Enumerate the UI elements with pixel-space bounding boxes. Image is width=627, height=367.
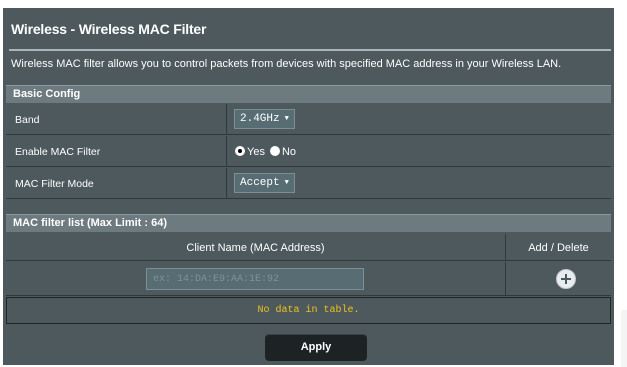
empty-table-message: No data in table.	[257, 305, 360, 316]
mac-list-header: MAC filter list (Max Limit : 64)	[6, 214, 611, 232]
column-add-delete: Add / Delete	[528, 242, 589, 254]
basic-config-header: Basic Config	[6, 85, 611, 103]
add-circle-icon[interactable]	[556, 269, 576, 289]
basic-config-title: Basic Config	[13, 88, 81, 100]
band-select[interactable]: 2.4GHz ▼	[234, 109, 295, 129]
mac-filter-mode-select[interactable]: Accept ▼	[234, 173, 295, 193]
enable-mac-filter-radios: Yes No	[235, 145, 301, 158]
radio-no[interactable]	[269, 146, 280, 156]
column-client-name: Client Name (MAC Address)	[6, 234, 506, 260]
page-description: Wireless MAC filter allows you to contro…	[11, 58, 562, 70]
empty-table-row: No data in table.	[6, 297, 611, 324]
mac-filter-mode-label-cell: MAC Filter Mode	[6, 168, 227, 198]
title-bar: Wireless - Wireless MAC Filter	[3, 8, 614, 46]
mac-list-table-header: Client Name (MAC Address) Add / Delete	[6, 234, 611, 261]
caret-down-icon: ▼	[284, 179, 289, 187]
caret-down-icon: ▼	[284, 115, 289, 123]
band-select-value: 2.4GHz	[240, 113, 280, 125]
mac-filter-mode-label: MAC Filter Mode	[15, 178, 94, 190]
mac-filter-mode-row: MAC Filter Mode Accept ▼	[6, 168, 611, 199]
mac-input-row	[6, 262, 611, 296]
enable-mac-filter-label-cell: Enable MAC Filter	[6, 136, 227, 166]
mac-filter-panel: Wireless - Wireless MAC Filter Wireless …	[3, 8, 614, 365]
enable-mac-filter-value-cell: Yes No	[227, 136, 611, 166]
radio-no-label[interactable]: No	[282, 146, 296, 158]
radio-yes[interactable]	[235, 146, 245, 156]
band-label: Band	[15, 114, 40, 126]
band-value-cell: 2.4GHz ▼	[227, 104, 611, 134]
page-edge	[621, 310, 627, 367]
enable-mac-filter-row: Enable MAC Filter Yes No	[6, 136, 611, 167]
apply-button[interactable]: Apply	[265, 334, 367, 361]
add-cell	[506, 262, 611, 295]
radio-yes-label[interactable]: Yes	[247, 146, 265, 158]
mac-filter-mode-select-value: Accept	[240, 177, 280, 189]
mac-list-title: MAC filter list (Max Limit : 64)	[13, 217, 168, 229]
page-title: Wireless - Wireless MAC Filter	[11, 21, 207, 37]
mac-address-input[interactable]	[146, 268, 364, 290]
enable-mac-filter-label: Enable MAC Filter	[15, 146, 101, 158]
mac-input-cell	[6, 262, 506, 295]
band-label-cell: Band	[6, 104, 227, 134]
mac-filter-mode-value-cell: Accept ▼	[227, 168, 611, 198]
band-row: Band 2.4GHz ▼	[6, 104, 611, 135]
title-divider	[9, 49, 611, 51]
